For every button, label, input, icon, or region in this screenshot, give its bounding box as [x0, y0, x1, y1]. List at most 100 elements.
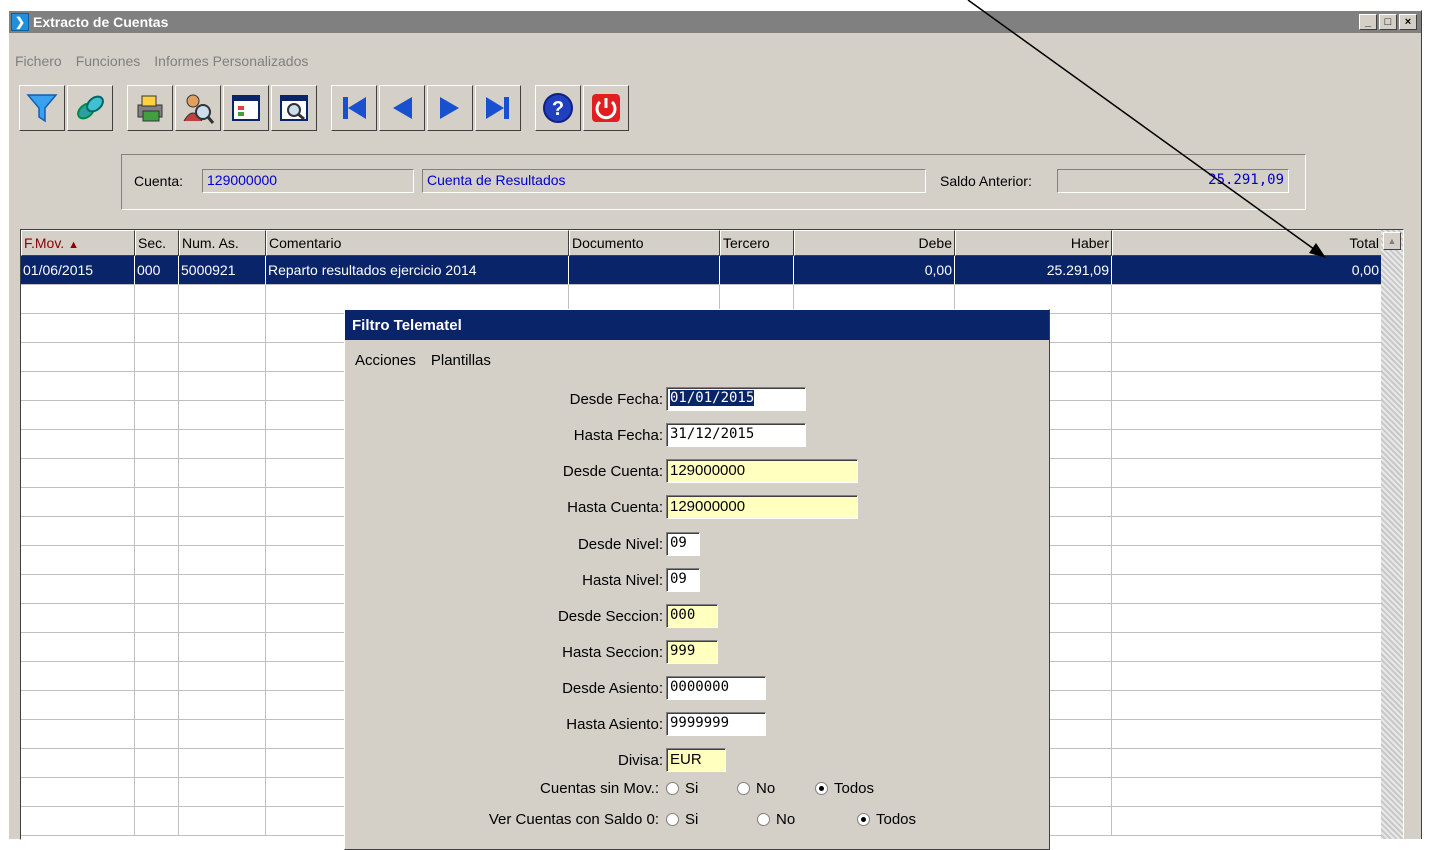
empty-cell	[21, 459, 135, 488]
desde-fecha-value: 01/01/2015	[670, 390, 755, 406]
empty-cell	[1112, 720, 1382, 749]
link-button[interactable]	[67, 85, 113, 131]
empty-cell	[21, 720, 135, 749]
empty-cell	[135, 546, 179, 575]
col-comentario[interactable]: Comentario	[266, 230, 569, 256]
menu-fichero[interactable]: Fichero	[15, 53, 62, 69]
maximize-button[interactable]: □	[1379, 14, 1397, 30]
radio-sinmov-si[interactable]: Si	[666, 780, 698, 797]
empty-cell	[1112, 517, 1382, 546]
col-total[interactable]: Total	[1112, 230, 1382, 256]
toolbar: ?	[19, 83, 631, 133]
desde-asiento-row: Desde Asiento: 0000000	[345, 676, 1045, 702]
cell-haber: 25.291,09	[955, 256, 1112, 285]
empty-cell	[135, 459, 179, 488]
desde-seccion-input[interactable]: 000	[666, 604, 718, 628]
radio-circle-icon	[666, 782, 679, 795]
desde-cuenta-row: Desde Cuenta: 129000000	[345, 459, 1045, 485]
empty-cell	[179, 401, 266, 430]
empty-cell	[1112, 459, 1382, 488]
vertical-scrollbar[interactable]: ▲	[1381, 230, 1403, 839]
saldo-anterior-label: Saldo Anterior:	[940, 173, 1032, 189]
cell-debe: 0,00	[794, 256, 955, 285]
grid-header: F.Mov. ▲ Sec. Num. As. Comentario Docume…	[21, 230, 1382, 256]
table-row[interactable]: 01/06/2015 000 5000921 Reparto resultado…	[21, 256, 1382, 285]
search-person-button[interactable]	[175, 85, 221, 131]
cell-fmov: 01/06/2015	[21, 256, 135, 285]
col-documento[interactable]: Documento	[569, 230, 720, 256]
empty-cell	[135, 575, 179, 604]
hasta-fecha-label: Hasta Fecha:	[573, 427, 663, 444]
col-haber[interactable]: Haber	[955, 230, 1112, 256]
col-fmov-label: F.Mov.	[24, 235, 65, 251]
hasta-nivel-input[interactable]: 09	[666, 568, 700, 592]
radio-saldo0-no[interactable]: No	[757, 811, 795, 828]
window-button[interactable]	[223, 85, 269, 131]
dialog-title[interactable]: Filtro Telematel	[345, 310, 1049, 340]
empty-cell	[179, 749, 266, 778]
col-tercero[interactable]: Tercero	[720, 230, 794, 256]
radio-sinmov-todos[interactable]: Todos	[815, 780, 874, 797]
divisa-input[interactable]: EUR	[666, 748, 726, 772]
help-button[interactable]: ?	[535, 85, 581, 131]
hasta-fecha-input[interactable]: 31/12/2015	[666, 423, 806, 447]
menu-acciones[interactable]: Acciones	[355, 352, 416, 369]
filter-button[interactable]	[19, 85, 65, 131]
radio-saldo0-todos-label: Todos	[876, 811, 917, 828]
account-panel: Cuenta: 129000000 Cuenta de Resultados S…	[121, 154, 1306, 210]
first-icon	[343, 97, 366, 119]
empty-cell	[1112, 285, 1382, 314]
last-record-button[interactable]	[475, 85, 521, 131]
filter-dialog: Filtro Telematel Acciones Plantillas Des…	[344, 309, 1050, 850]
next-record-button[interactable]	[427, 85, 473, 131]
empty-cell	[1112, 778, 1382, 807]
col-fmov[interactable]: F.Mov. ▲	[21, 230, 135, 256]
menu-informes[interactable]: Informes Personalizados	[154, 53, 308, 69]
hasta-cuenta-input[interactable]: 129000000	[666, 495, 858, 519]
col-debe[interactable]: Debe	[794, 230, 955, 256]
empty-cell	[135, 517, 179, 546]
empty-cell	[135, 314, 179, 343]
preview-button[interactable]	[271, 85, 317, 131]
desde-nivel-input[interactable]: 09	[666, 532, 700, 556]
empty-cell	[1112, 604, 1382, 633]
first-record-button[interactable]	[331, 85, 377, 131]
minimize-button[interactable]: _	[1359, 14, 1377, 30]
close-button[interactable]: ×	[1399, 14, 1417, 30]
desde-asiento-input[interactable]: 0000000	[666, 676, 766, 700]
scroll-up-arrow-icon[interactable]: ▲	[1383, 232, 1401, 250]
menu-plantillas[interactable]: Plantillas	[431, 352, 491, 369]
cuentas-sin-mov-row: Cuentas sin Mov.: Si No Todos	[345, 776, 1045, 802]
empty-cell	[1112, 372, 1382, 401]
radio-sinmov-no-label: No	[756, 780, 776, 797]
radio-saldo0-todos[interactable]: Todos	[857, 811, 916, 828]
radio-saldo0-si[interactable]: Si	[666, 811, 698, 828]
hasta-asiento-input[interactable]: 9999999	[666, 712, 766, 736]
hasta-asiento-label: Hasta Asiento:	[566, 716, 663, 733]
radio-circle-icon	[666, 813, 679, 826]
hasta-seccion-input[interactable]: 999	[666, 640, 718, 664]
empty-cell	[135, 662, 179, 691]
empty-cell	[1112, 343, 1382, 372]
cuenta-field[interactable]: 129000000	[202, 169, 414, 193]
empty-cell	[1112, 633, 1382, 662]
col-numas[interactable]: Num. As.	[179, 230, 266, 256]
empty-cell	[1112, 430, 1382, 459]
radio-sinmov-no[interactable]: No	[737, 780, 775, 797]
previous-record-button[interactable]	[379, 85, 425, 131]
desde-cuenta-input[interactable]: 129000000	[666, 459, 858, 483]
empty-cell	[179, 488, 266, 517]
empty-cell	[21, 285, 135, 314]
exit-button[interactable]	[583, 85, 629, 131]
hasta-cuenta-label: Hasta Cuenta:	[567, 499, 663, 516]
title-bar[interactable]: ❯ Extracto de Cuentas _ □ ×	[9, 11, 1421, 33]
menu-funciones[interactable]: Funciones	[76, 53, 141, 69]
col-sec[interactable]: Sec.	[135, 230, 179, 256]
empty-cell	[21, 662, 135, 691]
empty-cell	[21, 604, 135, 633]
empty-cell	[179, 691, 266, 720]
desde-fecha-input[interactable]: 01/01/2015	[666, 387, 806, 411]
main-window: ❯ Extracto de Cuentas _ □ × Fichero Func…	[8, 10, 1422, 850]
cell-documento	[569, 256, 720, 285]
print-button[interactable]	[127, 85, 173, 131]
